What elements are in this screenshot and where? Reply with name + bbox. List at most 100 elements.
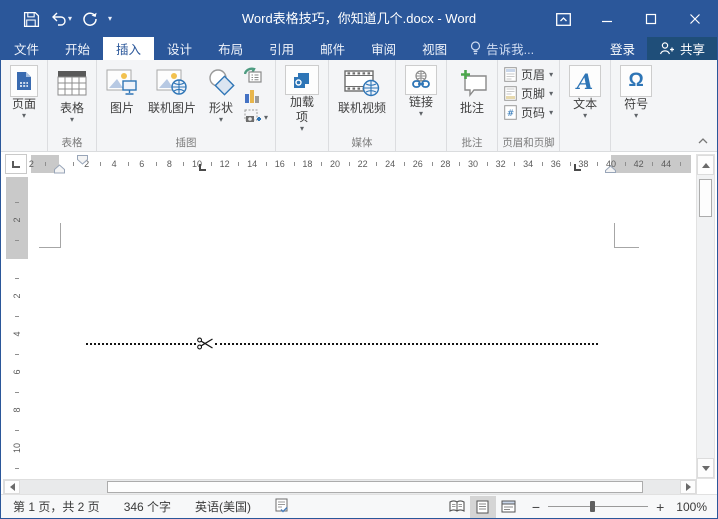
customize-qat-button[interactable]: ▾ — [108, 15, 112, 23]
tab-references[interactable]: 引用 — [256, 37, 307, 60]
tab-review[interactable]: 审阅 — [358, 37, 409, 60]
page-number-dropdown-arrow: ▾ — [549, 108, 554, 117]
ruler-mark — [155, 162, 157, 166]
ribbon-group-illustrations: 图片 联机图片 形状 ▾ ▾ 插图 — [97, 60, 277, 151]
crop-mark-top-left — [39, 247, 60, 248]
ribbon-group-media: 联机视频 媒体 — [329, 60, 397, 151]
table-button[interactable]: 表格 ▾ — [52, 64, 92, 124]
tab-mailings[interactable]: 邮件 — [307, 37, 358, 60]
minimize-button[interactable] — [585, 1, 629, 37]
ribbon-group-tables: 表格 ▾ 表格 — [48, 60, 97, 151]
collapse-ribbon-button[interactable] — [698, 133, 708, 147]
ruler-mark: 26 — [412, 159, 423, 169]
document-page[interactable] — [29, 174, 698, 479]
smartart-button[interactable] — [244, 66, 268, 84]
shapes-button[interactable]: 形状 ▾ — [201, 64, 241, 124]
header-button[interactable]: 页眉 ▾ — [504, 65, 553, 84]
tell-me-box[interactable]: 告诉我... — [460, 37, 544, 60]
scroll-right-icon — [685, 483, 691, 491]
comment-button[interactable]: 批注 — [451, 64, 493, 117]
first-line-indent-marker[interactable] — [77, 155, 88, 165]
scroll-right-button[interactable] — [680, 480, 696, 494]
language-status[interactable]: 英语(美国) — [183, 498, 263, 515]
text-button[interactable]: A 文本 ▾ — [564, 64, 606, 120]
scroll-left-button[interactable] — [4, 480, 20, 494]
sign-in-button[interactable]: 登录 — [598, 37, 647, 60]
pages-button[interactable]: 页面 ▾ — [5, 64, 43, 120]
zoom-level[interactable]: 100% — [674, 500, 717, 514]
zoom-in-button[interactable]: + — [656, 500, 664, 514]
shapes-label: 形状 — [209, 101, 234, 115]
word-count-status[interactable]: 346 个字 — [112, 498, 183, 515]
ruler-mark — [652, 162, 654, 166]
ribbon-display-options-button[interactable] — [541, 1, 585, 37]
table-icon — [57, 65, 87, 101]
scroll-down-button[interactable] — [697, 458, 714, 478]
chart-button[interactable] — [244, 87, 268, 105]
tab-stop-marker[interactable] — [574, 164, 581, 171]
tab-view[interactable]: 视图 — [409, 37, 460, 60]
ruler-mark — [266, 162, 267, 166]
header-label: 页眉 — [521, 68, 546, 82]
media-group-label: 媒体 — [351, 137, 373, 149]
horizontal-scrollbar[interactable] — [3, 479, 697, 495]
add-ins-button[interactable]: 加载项 ▾ — [280, 64, 324, 133]
web-layout-button[interactable] — [496, 496, 522, 518]
read-mode-button[interactable] — [444, 496, 470, 518]
tab-design[interactable]: 设计 — [154, 37, 205, 60]
share-button[interactable]: 共享 — [646, 37, 717, 60]
ribbon-group-text: A 文本 ▾ — [560, 60, 612, 151]
ruler-mark — [72, 162, 74, 166]
pictures-button[interactable]: 图片 — [101, 64, 143, 117]
pages-icon — [10, 65, 38, 97]
ruler-mark — [238, 162, 240, 166]
ruler-mark — [15, 468, 19, 469]
svg-text:#: # — [507, 109, 515, 119]
online-pictures-button[interactable]: 联机图片 — [143, 64, 201, 117]
share-person-icon — [659, 42, 674, 55]
tab-stop-marker[interactable] — [199, 164, 206, 171]
tab-stop-selector[interactable] — [5, 154, 27, 174]
zoom-slider-thumb[interactable] — [590, 501, 596, 512]
repeat-icon — [83, 12, 97, 26]
footer-label: 页脚 — [521, 87, 546, 101]
horizontal-ruler[interactable]: 2 2 4 6 8 10 12 14 16 18 20 22 24 26 28 30 32 34 36 38 40 42 4… — [29, 155, 691, 179]
close-button[interactable] — [673, 1, 717, 37]
page-number-button[interactable]: # 页码 ▾ — [504, 103, 553, 122]
print-layout-button[interactable] — [469, 495, 496, 518]
maximize-button[interactable] — [629, 1, 673, 37]
ruler-mark — [542, 162, 543, 166]
save-icon — [23, 11, 40, 27]
symbol-button[interactable]: Ω 符号 ▾ — [615, 64, 657, 120]
vertical-scrollbar[interactable] — [696, 154, 715, 479]
undo-button[interactable]: ▾ — [50, 12, 72, 26]
tab-insert[interactable]: 插入 — [103, 37, 155, 60]
repeat-button[interactable] — [82, 11, 98, 27]
text-icon: A — [569, 65, 602, 97]
vertical-ruler[interactable]: 2 2 4 6 8 10 — [6, 177, 28, 479]
tab-home[interactable]: 开始 — [52, 37, 103, 60]
undo-dropdown-arrow[interactable]: ▾ — [68, 15, 72, 23]
links-button[interactable]: 链接 ▾ — [400, 64, 442, 118]
ruler-mark: 42 — [633, 159, 644, 169]
ruler-mark — [15, 202, 19, 203]
page-number-status[interactable]: 第 1 页，共 2 页 — [1, 498, 112, 515]
zoom-slider[interactable] — [548, 501, 649, 512]
right-indent-marker[interactable] — [605, 165, 616, 173]
ribbon-group-links: 链接 ▾ — [396, 60, 448, 151]
footer-button[interactable]: 页脚 ▾ — [504, 84, 553, 103]
horizontal-scrollbar-thumb[interactable] — [107, 481, 643, 493]
online-video-button[interactable]: 联机视频 — [333, 64, 391, 117]
ruler-mark: 20 — [329, 159, 341, 169]
zoom-out-button[interactable]: − — [532, 500, 540, 514]
tab-file[interactable]: 文件 — [1, 37, 52, 60]
minimize-icon — [602, 20, 612, 23]
save-button[interactable] — [23, 11, 40, 28]
proofing-status-button[interactable] — [263, 498, 301, 516]
tab-layout[interactable]: 布局 — [205, 37, 256, 60]
vertical-scrollbar-thumb[interactable] — [699, 179, 712, 217]
scroll-up-button[interactable] — [697, 155, 714, 175]
ruler-mark: 24 — [385, 159, 396, 169]
screenshot-button[interactable]: ▾ — [244, 108, 268, 126]
links-dropdown-arrow: ▾ — [419, 109, 424, 118]
